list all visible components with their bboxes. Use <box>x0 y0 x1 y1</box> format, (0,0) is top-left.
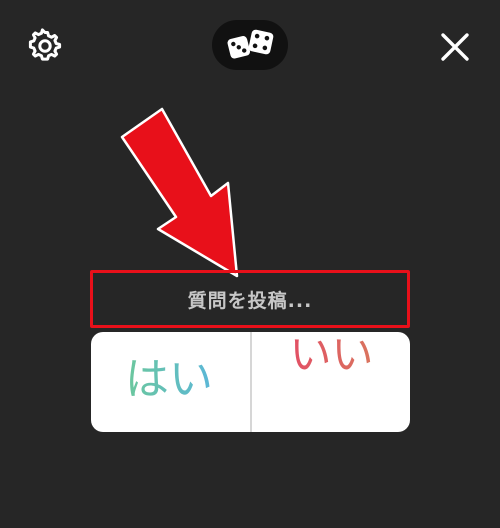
annotation-arrow <box>120 107 239 278</box>
poll-option-yes[interactable]: はい <box>91 332 250 432</box>
dice-icon <box>227 29 274 59</box>
close-button[interactable] <box>438 30 472 64</box>
close-icon <box>441 33 469 61</box>
question-placeholder: 質問を投稿... <box>187 289 313 312</box>
settings-button[interactable] <box>27 28 63 64</box>
poll-option-yes-label: はい <box>125 352 213 408</box>
poll-option-no[interactable]: いい <box>252 332 411 432</box>
gear-icon <box>28 28 62 61</box>
question-input[interactable]: 質問を投稿... <box>90 270 410 328</box>
random-question-button[interactable] <box>212 20 288 70</box>
poll-option-no-label: いい <box>290 332 374 382</box>
story-poll-editor: 質問を投稿... はい いい <box>0 0 500 528</box>
poll-card: はい いい <box>91 332 410 432</box>
